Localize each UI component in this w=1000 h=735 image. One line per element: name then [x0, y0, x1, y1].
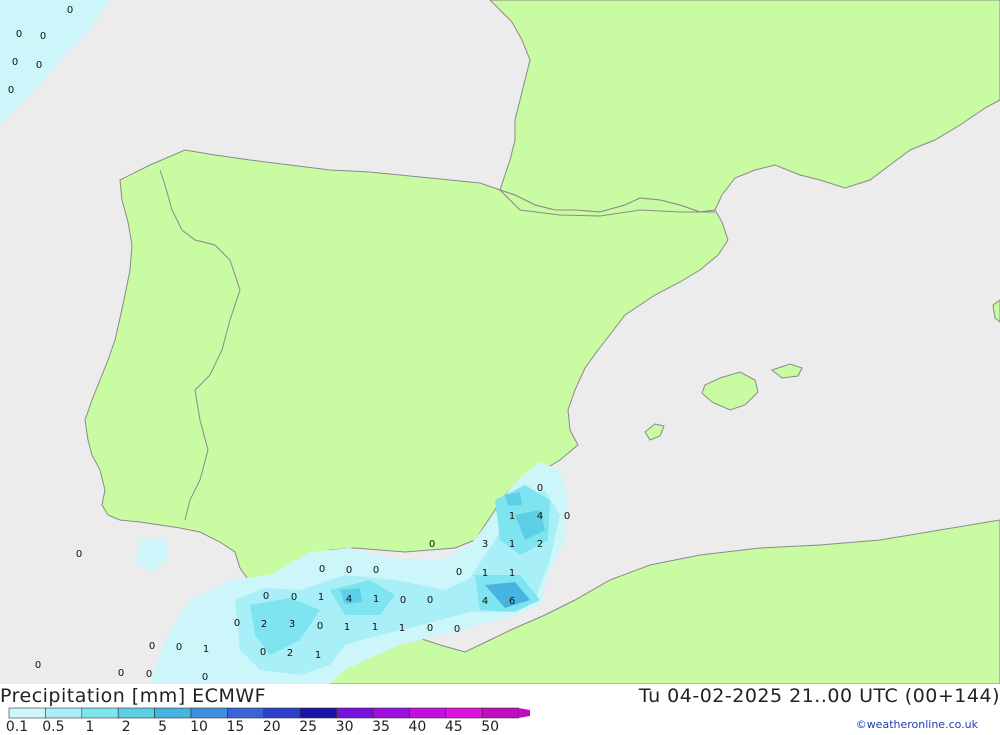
legend-swatch [154, 707, 192, 719]
precip-value: 0 [67, 5, 73, 16]
legend-swatch [8, 707, 46, 719]
precip-value: 0 [36, 60, 42, 71]
legend-swatch [227, 707, 265, 719]
legend-swatch [336, 707, 374, 719]
precip-value: 0 [317, 621, 323, 632]
precip-value: 4 [482, 596, 488, 607]
legend-swatch [263, 707, 301, 719]
precip-value: 0 [564, 511, 570, 522]
precip-value: 2 [261, 619, 267, 630]
precip-value: 0 [16, 29, 22, 40]
precip-value: 0 [234, 618, 240, 629]
precip-value: 0 [373, 565, 379, 576]
precip-value: 0 [456, 567, 462, 578]
precip-value: 0 [454, 624, 460, 635]
precip-value: 1 [344, 622, 350, 633]
legend-bar: Precipitation [mm] ECMWF Tu 04-02-2025 2… [0, 684, 1000, 735]
legend-swatch [190, 707, 228, 719]
legend-swatch [481, 707, 519, 719]
precip-value: 1 [399, 623, 405, 634]
precip-value: 1 [372, 622, 378, 633]
precip-value: 3 [289, 619, 295, 630]
precip-value: 0 [35, 660, 41, 671]
legend-swatch [45, 707, 83, 719]
precip-value: 0 [291, 592, 297, 603]
legend-swatch [117, 707, 155, 719]
precip-value: 1 [482, 568, 488, 579]
precip-value: 1 [373, 594, 379, 605]
legend-swatch [81, 707, 119, 719]
precip-value: 0 [537, 483, 543, 494]
map-canvas: 0 0 0 0 0 0 0 0 0 0 0 0 1 4 0 3 1 2 0 0 … [0, 0, 1000, 685]
precip-value: 0 [118, 668, 124, 679]
precip-value: 0 [429, 539, 435, 550]
precip-value: 1 [509, 511, 515, 522]
precip-value: 1 [315, 650, 321, 661]
precip-value: 0 [176, 642, 182, 653]
precip-value: 1 [509, 539, 515, 550]
legend-swatch [299, 707, 337, 719]
precip-value: 0 [8, 85, 14, 96]
precipitation-map: 0 0 0 0 0 0 0 0 0 0 0 0 1 4 0 3 1 2 0 0 … [0, 0, 1000, 685]
precip-value: 0 [202, 672, 208, 683]
credit-link[interactable]: ©weatheronline.co.uk [856, 718, 978, 731]
legend-arrow [518, 708, 530, 718]
precip-value: 0 [427, 623, 433, 634]
precip-value: 0 [146, 669, 152, 680]
precip-value: 4 [346, 594, 352, 605]
valid-time: Tu 04-02-2025 21..00 UTC (00+144) [638, 685, 1000, 707]
precip-value: 0 [76, 549, 82, 560]
precip-value: 0 [149, 641, 155, 652]
legend-swatch [445, 707, 483, 719]
precip-value: 0 [319, 564, 325, 575]
precip-value: 0 [40, 31, 46, 42]
precip-value: 0 [263, 591, 269, 602]
precip-value: 0 [400, 595, 406, 606]
precip-value: 0 [12, 57, 18, 68]
precip-value: 1 [509, 568, 515, 579]
precip-value: 1 [203, 644, 209, 655]
precip-value: 2 [537, 539, 543, 550]
precip-value: 6 [509, 596, 515, 607]
precip-value: 0 [260, 647, 266, 658]
precip-value: 0 [346, 565, 352, 576]
legend-swatch [372, 707, 410, 719]
precip-value: 0 [427, 595, 433, 606]
precip-value: 4 [537, 511, 543, 522]
precip-value: 3 [482, 539, 488, 550]
precip-value: 2 [287, 648, 293, 659]
legend-swatch [409, 707, 447, 719]
precip-value: 1 [318, 592, 324, 603]
